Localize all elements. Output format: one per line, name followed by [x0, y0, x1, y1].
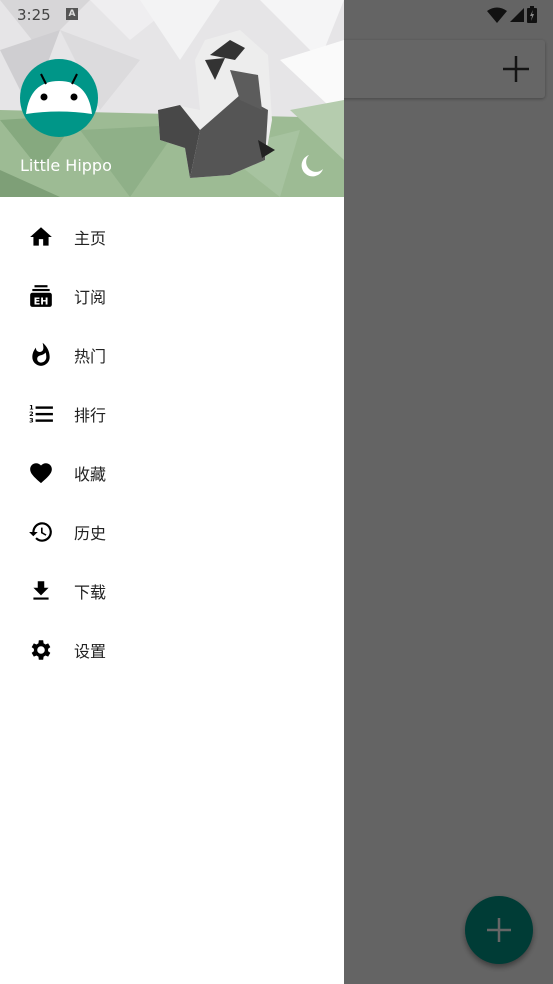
drawer-item-label: 设置 — [74, 641, 107, 661]
svg-text:3: 3 — [29, 417, 34, 425]
history-icon — [29, 522, 52, 542]
username: Little Hippo — [20, 156, 112, 175]
battery-icon — [527, 6, 537, 23]
status-bar: 3:25 A — [0, 0, 553, 30]
fire-icon — [32, 342, 50, 366]
signal-icon — [510, 7, 524, 22]
ranked-list-icon: 123 — [29, 404, 53, 425]
drawer-item-label: 下载 — [74, 582, 107, 602]
drawer-item-label: 历史 — [74, 523, 107, 543]
drawer-item-settings[interactable]: 设置 — [0, 620, 344, 679]
status-time: 3:25 — [17, 6, 51, 24]
drawer-item-label: 排行 — [74, 405, 107, 425]
avatar[interactable] — [20, 59, 98, 137]
navigation-drawer: Little Hippo 主页 EH 订阅 热门 123 排行 收藏 历史 下载… — [0, 0, 344, 984]
drawer-item-popular[interactable]: 热门 — [0, 325, 344, 384]
drawer-item-subscription[interactable]: EH 订阅 — [0, 266, 344, 325]
drawer-menu: 主页 EH 订阅 热门 123 排行 收藏 历史 下载 设置 — [0, 207, 344, 679]
drawer-item-home[interactable]: 主页 — [0, 207, 344, 266]
moon-icon[interactable] — [298, 152, 326, 180]
drawer-item-favorites[interactable]: 收藏 — [0, 443, 344, 502]
eh-subscription-icon: EH — [30, 285, 52, 308]
keyboard-icon: A — [66, 8, 78, 20]
drawer-item-history[interactable]: 历史 — [0, 502, 344, 561]
gear-icon — [31, 640, 51, 660]
drawer-item-label: 主页 — [74, 228, 107, 248]
drawer-item-label: 热门 — [74, 346, 107, 366]
android-avatar-icon — [26, 73, 92, 114]
drawer-item-label: 订阅 — [74, 287, 107, 307]
drawer-item-label: 收藏 — [74, 464, 107, 484]
svg-text:EH: EH — [34, 297, 49, 308]
download-icon — [33, 581, 49, 600]
drawer-item-downloads[interactable]: 下载 — [0, 561, 344, 620]
heart-icon — [30, 463, 52, 484]
wifi-icon — [487, 7, 507, 23]
home-icon — [30, 227, 52, 246]
drawer-item-toplist[interactable]: 123 排行 — [0, 384, 344, 443]
